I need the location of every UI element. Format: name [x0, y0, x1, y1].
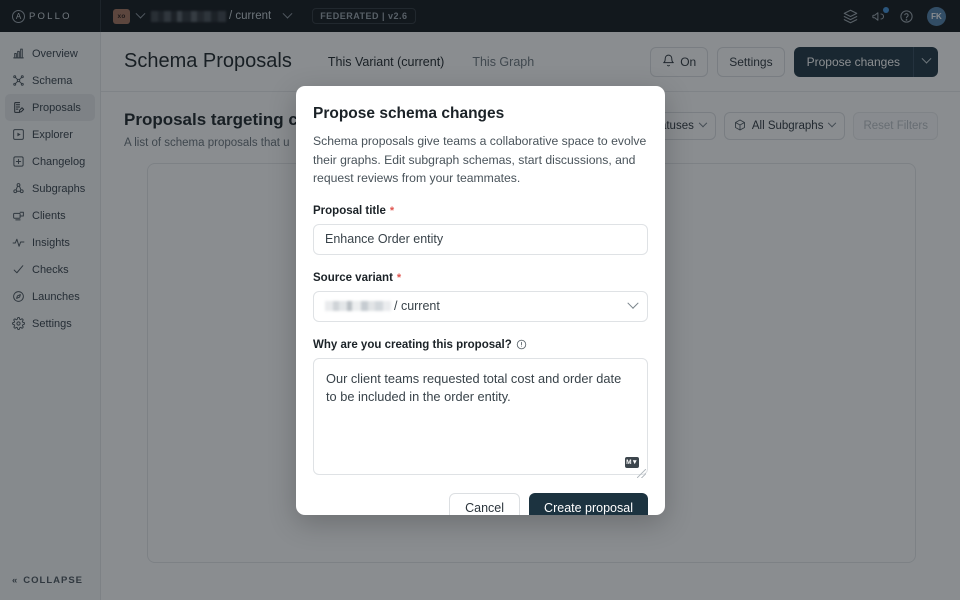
graph-name-redacted — [325, 301, 391, 312]
markdown-badge-icon: M ▼ — [625, 456, 639, 468]
info-icon[interactable] — [516, 339, 527, 350]
proposal-title-field: Proposal title * — [313, 205, 648, 255]
modal-title: Propose schema changes — [313, 105, 505, 122]
cancel-button[interactable]: Cancel — [449, 492, 521, 515]
proposal-title-input[interactable] — [313, 223, 648, 255]
modal-footer: Cancel Create proposal — [296, 480, 665, 515]
source-variant-label: Source variant * — [313, 271, 402, 284]
reason-textarea[interactable] — [313, 357, 648, 475]
chevron-down-icon — [627, 297, 639, 309]
reason-textarea-wrapper: M▼ — [313, 357, 648, 480]
create-proposal-button[interactable]: Create proposal — [529, 492, 648, 515]
proposal-title-label: Proposal title * — [313, 204, 395, 217]
modal-description: Schema proposals give teams a collaborat… — [313, 134, 647, 186]
reason-field: Why are you creating this proposal? M▼ — [313, 339, 648, 480]
required-marker: * — [389, 204, 395, 217]
propose-schema-changes-modal: Propose schema changes Schema proposals … — [296, 86, 665, 515]
required-marker: * — [396, 271, 402, 284]
reason-label: Why are you creating this proposal? — [313, 339, 648, 351]
source-variant-select[interactable]: / current — [313, 290, 648, 322]
textarea-resize-handle[interactable] — [637, 468, 646, 478]
source-variant-field: Source variant * / current — [313, 272, 648, 322]
source-variant-value: / current — [394, 299, 440, 314]
modal-body: Propose schema changes Schema proposals … — [296, 86, 665, 480]
app-root: A POLLO xo / current FEDERATED | v2.6 — [0, 0, 960, 600]
